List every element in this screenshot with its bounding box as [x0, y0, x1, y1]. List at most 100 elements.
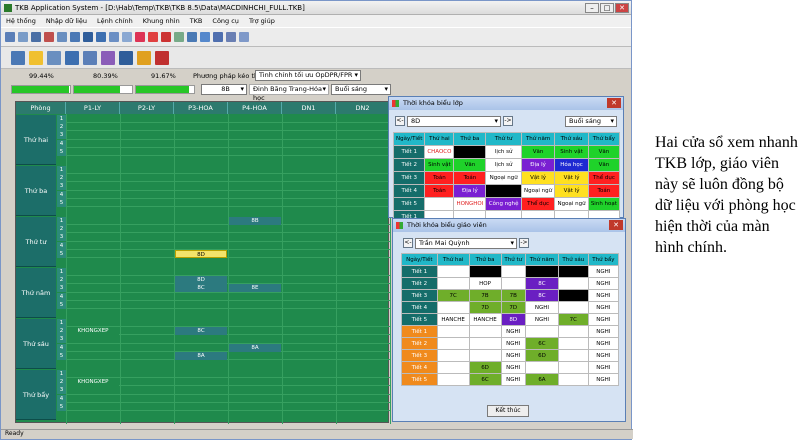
class-timetable-cell[interactable]: Địa lý	[520, 158, 556, 172]
room-schedule-grid[interactable]: Phòng P1-LY P2-LY P3-HOA P4-HOA DN1 DN2 Thứ hai…	[15, 101, 391, 424]
toolbar-icon[interactable]	[213, 32, 223, 42]
teacher-timetable-cell[interactable]: NGHI	[524, 301, 559, 314]
class-timetable-cell[interactable]: Văn	[587, 158, 621, 172]
schedule-cell[interactable]: 8D	[175, 276, 227, 285]
teacher-timetable-cell[interactable]	[436, 325, 470, 338]
close-teacher-window-button[interactable]: Kết thúc	[487, 405, 529, 417]
class-timetable-cell[interactable]: Sinh vật	[424, 158, 455, 172]
toolbar-icon[interactable]	[239, 32, 249, 42]
teacher-timetable-cell[interactable]: HANCHE	[436, 313, 470, 326]
class-timetable-cell[interactable]: CHAOCO	[424, 145, 455, 159]
teacher-timetable-cell[interactable]	[557, 289, 589, 302]
class-timetable-cell[interactable]	[424, 197, 455, 211]
class-window-close-icon[interactable]: ✕	[607, 98, 621, 108]
class-timetable-cell[interactable]: Ngoại ngữ	[520, 184, 556, 198]
view-tool-icon[interactable]	[29, 50, 43, 65]
class-timetable-cell[interactable]: lịch sử	[485, 158, 522, 172]
class-timetable-cell[interactable]: Thể dục	[587, 171, 621, 185]
toolbar-icon[interactable]	[187, 32, 197, 42]
teacher-timetable-cell[interactable]: 7B	[500, 289, 526, 302]
schedule-cell[interactable]: 8E	[229, 284, 281, 293]
maximize-button[interactable]: □	[600, 2, 614, 13]
teacher-window-close-icon[interactable]: ✕	[609, 220, 623, 230]
toolbar-icon[interactable]	[161, 32, 171, 42]
teacher-timetable-cell[interactable]	[557, 361, 589, 374]
menu-cong-cu[interactable]: Công cụ	[207, 17, 244, 25]
toolbar-icon[interactable]	[200, 32, 210, 42]
class-select[interactable]: 8D	[407, 116, 501, 127]
toolbar-icon[interactable]	[226, 32, 236, 42]
teacher-timetable-cell[interactable]: 8D	[500, 313, 526, 326]
room-column-header[interactable]: P4-HOA	[228, 102, 282, 114]
teacher-timetable-cell[interactable]: NGHI	[587, 361, 620, 374]
teacher-timetable-cell[interactable]	[436, 361, 470, 374]
teacher-timetable-cell[interactable]	[436, 265, 470, 278]
toolbar-icon[interactable]	[96, 32, 106, 42]
teacher-timetable-cell[interactable]: NGHI	[587, 289, 620, 302]
toolbar-icon[interactable]	[122, 32, 132, 42]
view-tool-icon[interactable]	[11, 50, 25, 65]
class-timetable-cell[interactable]: Sinh vật	[554, 145, 589, 159]
class-timetable-cell[interactable]: Địa lý	[453, 184, 487, 198]
teacher-timetable-cell[interactable]	[500, 265, 526, 278]
teacher-timetable-cell[interactable]: HOP	[468, 277, 502, 290]
menu-he-thong[interactable]: Hệ thống	[1, 17, 41, 25]
class-timetable-cell[interactable]	[485, 184, 522, 198]
schedule-cell[interactable]: 8A	[229, 343, 281, 352]
teacher-timetable-cell[interactable]: HANCHE	[468, 313, 502, 326]
teacher-timetable-cell[interactable]: NGHI	[500, 337, 526, 350]
teacher-timetable-cell[interactable]: 6A	[524, 373, 559, 386]
class-timetable-cell[interactable]: Ngoại ngữ	[554, 197, 589, 211]
view-tool-icon[interactable]	[83, 50, 97, 65]
toolbar-icon[interactable]	[31, 32, 41, 42]
class-timetable-cell[interactable]: HONGHOI	[453, 197, 487, 211]
teacher-timetable-cell[interactable]: NGHI	[587, 313, 620, 326]
schedule-cell[interactable]: 8D	[175, 249, 227, 258]
teacher-timetable-cell[interactable]	[557, 265, 589, 278]
view-tool-icon[interactable]	[137, 50, 151, 65]
session-select[interactable]: Buổi sáng	[331, 84, 391, 95]
toolbar-icon[interactable]	[83, 32, 93, 42]
room-column-header[interactable]: P2-LY	[120, 102, 174, 114]
teacher-timetable-cell[interactable]: 7D	[500, 301, 526, 314]
teacher-timetable-cell[interactable]	[524, 361, 559, 374]
teacher-timetable-cell[interactable]: NGHI	[500, 325, 526, 338]
toolbar-icon[interactable]	[109, 32, 119, 42]
menu-tkb[interactable]: TKB	[185, 17, 208, 25]
teacher-timetable-cell[interactable]	[468, 325, 502, 338]
teacher-timetable-cell[interactable]: NGHI	[587, 373, 620, 386]
teacher-timetable-cell[interactable]	[557, 325, 589, 338]
teacher-timetable-cell[interactable]: NGHI	[587, 337, 620, 350]
schedule-cell[interactable]: KHONGXEP	[67, 327, 119, 336]
toolbar-icon[interactable]	[44, 32, 54, 42]
teacher-timetable-cell[interactable]	[436, 337, 470, 350]
teacher-timetable-cell[interactable]	[524, 325, 559, 338]
schedule-cell[interactable]: 8B	[229, 217, 281, 225]
class-timetable-cell[interactable]: Công nghệ	[485, 197, 522, 211]
teacher-timetable-cell[interactable]: NGHI	[500, 349, 526, 362]
teacher-timetable-cell[interactable]	[557, 373, 589, 386]
class-timetable-cell[interactable]: Toán	[587, 184, 621, 198]
teacher-timetable-cell[interactable]	[436, 349, 470, 362]
teacher-timetable-cell[interactable]: 7C	[557, 313, 589, 326]
room-column-header[interactable]: P1-LY	[66, 102, 120, 114]
class-timetable-cell[interactable]: Toán	[424, 171, 455, 185]
schedule-cell[interactable]: 8C	[175, 327, 227, 336]
teacher-timetable-cell[interactable]	[524, 265, 559, 278]
view-tool-icon[interactable]	[155, 50, 169, 65]
class-timetable-cell[interactable]: Sinh hoạt	[587, 197, 621, 211]
teacher-timetable-cell[interactable]: NGHI	[500, 361, 526, 374]
schedule-cell[interactable]: 8A	[175, 351, 227, 360]
toolbar-icon[interactable]	[174, 32, 184, 42]
teacher-timetable-cell[interactable]: NGHI	[587, 265, 620, 278]
menu-lenh-chinh[interactable]: Lệnh chính	[92, 17, 138, 25]
toolbar-icon[interactable]	[135, 32, 145, 42]
class-timetable-cell[interactable]: Toán	[453, 171, 487, 185]
toolbar-icon[interactable]	[57, 32, 67, 42]
menu-nhap-du-lieu[interactable]: Nhập dữ liệu	[41, 17, 92, 25]
toolbar-icon[interactable]	[18, 32, 28, 42]
teacher-timetable-cell[interactable]: 7B	[468, 289, 502, 302]
view-tool-icon[interactable]	[101, 50, 115, 65]
teacher-timetable-cell[interactable]: 7C	[436, 289, 470, 302]
teacher-timetable-cell[interactable]: 7D	[468, 301, 502, 314]
